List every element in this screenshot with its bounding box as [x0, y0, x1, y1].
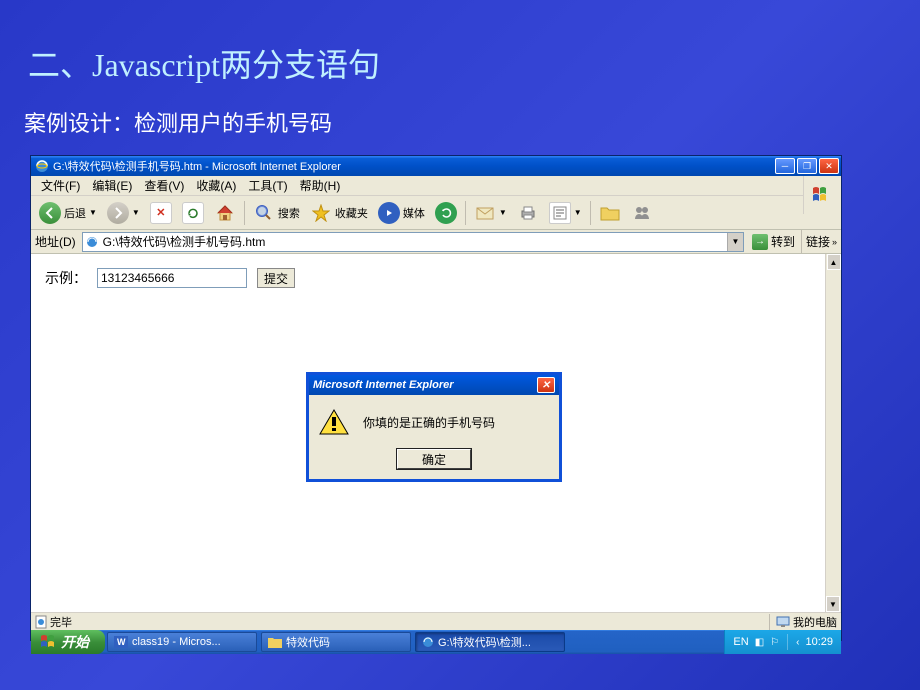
minimize-button[interactable]: ─	[775, 158, 795, 174]
menu-tools[interactable]: 工具(T)	[242, 177, 293, 194]
scroll-up-icon[interactable]: ▲	[827, 254, 841, 270]
scroll-down-icon[interactable]: ▼	[826, 596, 840, 612]
links-label[interactable]: 链接 »	[801, 230, 841, 253]
ie-page-icon	[85, 235, 99, 249]
forward-icon	[107, 202, 129, 224]
ie-icon	[422, 636, 434, 648]
folder-icon	[268, 636, 282, 648]
alert-dialog: Microsoft Internet Explorer ✕ 你填的是正确的手机号…	[306, 372, 562, 482]
window-title: G:\特效代码\检测手机号码.htm - Microsoft Internet …	[53, 158, 773, 174]
taskbar-item-folder[interactable]: 特效代码	[261, 632, 411, 652]
svg-text:W: W	[117, 637, 126, 647]
back-icon	[39, 202, 61, 224]
page-icon	[35, 615, 47, 629]
menu-favorites[interactable]: 收藏(A)	[190, 177, 242, 194]
slide-title: 二、Javascript两分支语句	[0, 0, 920, 86]
messenger-icon	[631, 202, 653, 224]
edit-icon	[549, 202, 571, 224]
titlebar: G:\特效代码\检测手机号码.htm - Microsoft Internet …	[31, 156, 841, 176]
mail-icon	[474, 202, 496, 224]
ie-logo-icon	[35, 159, 49, 173]
address-dropdown[interactable]: ▼	[727, 233, 743, 251]
slide-subtitle: 案例设计：检测用户的手机号码	[0, 86, 920, 138]
stop-button[interactable]: ✕	[146, 200, 176, 226]
taskbar: 开始 W class19 - Micros... 特效代码 G:\特效代码\检测…	[31, 630, 841, 654]
windows-logo-icon	[41, 635, 57, 649]
folder-icon	[599, 202, 621, 224]
go-arrow-icon: →	[752, 234, 768, 250]
computer-icon	[776, 616, 790, 628]
mail-button[interactable]: ▼	[470, 200, 511, 226]
close-button[interactable]: ✕	[819, 158, 839, 174]
tray-expand-icon[interactable]: ‹	[796, 637, 799, 648]
start-button[interactable]: 开始	[31, 630, 105, 654]
print-button[interactable]	[513, 200, 543, 226]
dialog-titlebar: Microsoft Internet Explorer ✕	[309, 375, 559, 395]
status-zone: 我的电脑	[793, 614, 837, 630]
address-label: 地址(D)	[31, 233, 80, 250]
dialog-close-button[interactable]: ✕	[537, 377, 555, 393]
media-button[interactable]: 媒体	[374, 200, 429, 226]
favorites-button[interactable]: 收藏夹	[306, 200, 372, 226]
dropdown-icon: ▼	[132, 208, 140, 217]
windows-flag-icon	[803, 176, 841, 214]
tray-icon-2[interactable]: ⚐	[770, 637, 779, 648]
go-button[interactable]: → 转到	[746, 233, 801, 250]
messenger-button[interactable]	[627, 200, 657, 226]
taskbar-item-ie[interactable]: G:\特效代码\检测...	[415, 632, 565, 652]
system-tray[interactable]: EN ◧ ⚐ ‹ 10:29	[724, 630, 841, 654]
menu-help[interactable]: 帮助(H)	[294, 177, 347, 194]
dropdown-icon: ▼	[499, 208, 507, 217]
dropdown-icon: ▼	[574, 208, 582, 217]
clock[interactable]: 10:29	[805, 636, 833, 648]
menu-view[interactable]: 查看(V)	[138, 177, 190, 194]
toolbar: 后退 ▼ ▼ ✕ 搜索	[31, 196, 841, 230]
scrollbar[interactable]: ▲ ▼	[825, 254, 841, 612]
history-button[interactable]	[431, 200, 461, 226]
taskbar-item-word[interactable]: W class19 - Micros...	[107, 632, 257, 652]
menu-edit[interactable]: 编辑(E)	[86, 177, 138, 194]
folder-button[interactable]	[595, 200, 625, 226]
content-area: ▲ ▼ 示例： 提交 Microsoft Internet Explorer ✕…	[31, 254, 841, 612]
forward-button[interactable]: ▼	[103, 200, 144, 226]
phone-input[interactable]	[97, 268, 247, 288]
address-input[interactable]	[101, 235, 727, 249]
media-icon	[378, 202, 400, 224]
history-icon	[435, 202, 457, 224]
maximize-button[interactable]: ❐	[797, 158, 817, 174]
dropdown-icon: ▼	[89, 208, 97, 217]
dialog-message: 你填的是正确的手机号码	[363, 414, 495, 431]
refresh-button[interactable]	[178, 200, 208, 226]
form-label: 示例：	[45, 268, 87, 288]
back-button[interactable]: 后退 ▼	[35, 200, 101, 226]
statusbar: 完毕 我的电脑	[31, 612, 841, 630]
submit-button[interactable]: 提交	[257, 268, 295, 288]
menu-file[interactable]: 文件(F)	[35, 177, 86, 194]
ok-button[interactable]: 确定	[397, 449, 471, 469]
home-button[interactable]	[210, 200, 240, 226]
address-bar: 地址(D) ▼ → 转到 链接 »	[31, 230, 841, 254]
search-button[interactable]: 搜索	[249, 200, 304, 226]
ie-window: G:\特效代码\检测手机号码.htm - Microsoft Internet …	[30, 155, 842, 641]
warning-icon	[319, 409, 349, 435]
tray-icon-1[interactable]: ◧	[755, 637, 764, 648]
status-text: 完毕	[50, 614, 72, 630]
address-input-wrap[interactable]: ▼	[82, 232, 744, 252]
edit-button[interactable]: ▼	[545, 200, 586, 226]
search-icon	[253, 202, 275, 224]
stop-icon: ✕	[150, 202, 172, 224]
home-icon	[214, 202, 236, 224]
dialog-title: Microsoft Internet Explorer	[313, 379, 537, 391]
print-icon	[517, 202, 539, 224]
menubar: 文件(F) 编辑(E) 查看(V) 收藏(A) 工具(T) 帮助(H)	[31, 176, 841, 196]
star-icon	[310, 202, 332, 224]
word-icon: W	[114, 636, 128, 648]
language-indicator[interactable]: EN	[733, 636, 748, 648]
refresh-icon	[182, 202, 204, 224]
